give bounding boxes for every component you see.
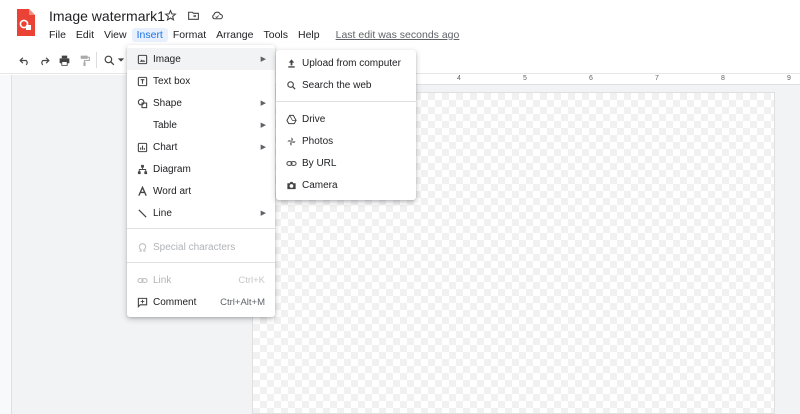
menu-item-label: Search the web [302, 79, 372, 91]
submenu-arrow-icon: ▶ [260, 100, 266, 107]
insert-text-box-item[interactable]: Text box [127, 70, 275, 92]
undo-icon[interactable] [17, 53, 31, 67]
title-actions [163, 8, 224, 23]
menu-bar: File Edit View Insert Format Arrange Too… [44, 28, 464, 42]
menu-item-label: Special characters [153, 241, 236, 253]
insert-link-item[interactable]: Link Ctrl+K [127, 269, 275, 291]
diagram-icon [136, 163, 148, 175]
insert-table-item[interactable]: Table ▶ [127, 114, 275, 136]
drawings-logo-icon[interactable] [15, 8, 37, 38]
text-box-icon [136, 75, 148, 87]
toolbar-separator [96, 52, 97, 68]
shape-icon [136, 97, 148, 109]
insert-chart-item[interactable]: Chart ▶ [127, 136, 275, 158]
menu-item-label: Table [153, 119, 177, 131]
menu-arrange[interactable]: Arrange [211, 28, 258, 42]
image-icon [136, 53, 148, 65]
menu-file[interactable]: File [44, 28, 71, 42]
submenu-arrow-icon: ▶ [260, 210, 266, 217]
insert-menu: Image ▶ Text box Shape ▶ Table ▶ Chart ▶… [127, 45, 275, 317]
drive-item[interactable]: Drive [276, 108, 416, 130]
zoom-dropdown-icon[interactable] [116, 53, 126, 67]
link-icon [136, 274, 148, 286]
search-icon [285, 79, 297, 91]
menu-item-label: Chart [153, 141, 178, 153]
comment-icon [136, 296, 148, 308]
menu-tools[interactable]: Tools [258, 28, 293, 42]
submenu-arrow-icon: ▶ [260, 122, 266, 129]
menu-item-label: Photos [302, 135, 334, 147]
cloud-status-icon[interactable] [209, 8, 224, 23]
image-submenu: Upload from computer Search the web Driv… [276, 50, 416, 200]
ruler-number: 8 [721, 75, 725, 82]
ruler-number: 5 [523, 75, 527, 82]
menu-divider [276, 101, 416, 102]
menu-item-label: Upload from computer [302, 57, 401, 69]
line-icon [136, 207, 148, 219]
menu-edit[interactable]: Edit [71, 28, 99, 42]
paint-format-icon[interactable] [77, 53, 91, 67]
ruler-number: 9 [787, 75, 791, 82]
menu-item-label: Word art [153, 185, 192, 197]
chart-icon [136, 141, 148, 153]
shortcut-label: Ctrl+K [238, 274, 265, 286]
camera-icon [285, 179, 297, 191]
menu-divider [127, 262, 275, 263]
last-edit-link[interactable]: Last edit was seconds ago [331, 28, 465, 42]
redo-icon[interactable] [37, 53, 51, 67]
drive-icon [285, 113, 297, 125]
menu-item-label: Drive [302, 113, 326, 125]
menu-item-label: Line [153, 207, 172, 219]
zoom-icon[interactable] [102, 53, 116, 67]
move-to-folder-icon[interactable] [186, 8, 201, 23]
by-url-item[interactable]: By URL [276, 152, 416, 174]
menu-item-label: Link [153, 274, 172, 286]
shortcut-label: Ctrl+Alt+M [220, 296, 265, 308]
ruler-number: 4 [457, 75, 461, 82]
menu-insert[interactable]: Insert [131, 28, 168, 42]
star-icon[interactable] [163, 8, 178, 23]
menu-item-label: Camera [302, 179, 338, 191]
insert-image-item[interactable]: Image ▶ [127, 48, 275, 70]
submenu-arrow-icon: ▶ [260, 56, 266, 63]
photos-icon [285, 135, 297, 147]
omega-icon [136, 241, 148, 253]
app-header: Image watermark1 File Edit View Insert F… [0, 0, 800, 46]
link-icon [285, 157, 297, 169]
menu-item-label: Shape [153, 97, 182, 109]
menu-format[interactable]: Format [168, 28, 211, 42]
menu-divider [127, 228, 275, 229]
menu-item-label: Image [153, 53, 181, 65]
photos-item[interactable]: Photos [276, 130, 416, 152]
insert-word-art-item[interactable]: Word art [127, 180, 275, 202]
vertical-ruler [0, 75, 12, 414]
ruler-number: 7 [655, 75, 659, 82]
insert-line-item[interactable]: Line ▶ [127, 202, 275, 224]
document-title[interactable]: Image watermark1 [49, 8, 165, 24]
insert-diagram-item[interactable]: Diagram [127, 158, 275, 180]
insert-comment-item[interactable]: Comment Ctrl+Alt+M [127, 291, 275, 313]
menu-view[interactable]: View [99, 28, 132, 42]
insert-special-characters-item[interactable]: Special characters [127, 236, 275, 258]
submenu-arrow-icon: ▶ [260, 144, 266, 151]
menu-item-label: By URL [302, 157, 337, 169]
ruler-number: 6 [589, 75, 593, 82]
menu-item-label: Comment [153, 296, 197, 308]
menu-item-label: Diagram [153, 163, 191, 175]
upload-from-computer-item[interactable]: Upload from computer [276, 52, 416, 74]
upload-icon [285, 57, 297, 69]
insert-shape-item[interactable]: Shape ▶ [127, 92, 275, 114]
word-art-icon [136, 185, 148, 197]
print-icon[interactable] [57, 53, 71, 67]
search-the-web-item[interactable]: Search the web [276, 74, 416, 96]
camera-item[interactable]: Camera [276, 174, 416, 196]
menu-item-label: Text box [153, 75, 191, 87]
menu-help[interactable]: Help [293, 28, 325, 42]
